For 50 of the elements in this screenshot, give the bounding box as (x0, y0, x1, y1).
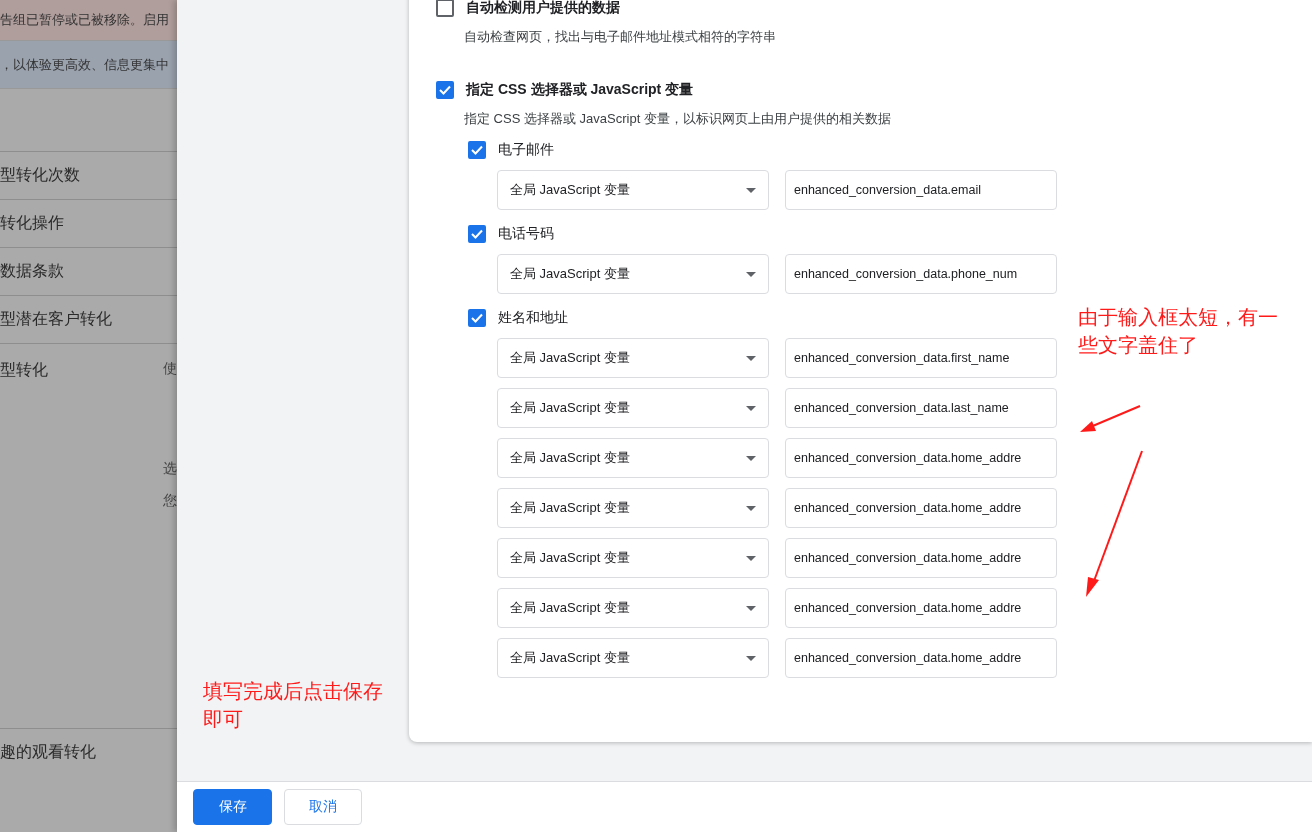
save-button[interactable]: 保存 (193, 789, 272, 825)
dropdown-caret-icon (746, 455, 756, 461)
variable-input[interactable]: enhanced_conversion_data.first_name (785, 338, 1057, 378)
annotation-text: 填写完成后点击保存即可 (203, 679, 384, 732)
option-label: 自动检测用户提供的数据 (466, 0, 620, 17)
group-label: 电子邮件 (498, 141, 554, 159)
variable-input[interactable]: enhanced_conversion_data.home_addre (785, 588, 1057, 628)
checkbox[interactable] (468, 141, 486, 159)
variable-type-select[interactable]: 全局 JavaScript 变量 (497, 488, 769, 528)
variable-input[interactable]: enhanced_conversion_data.home_addre (785, 488, 1057, 528)
variable-input[interactable]: enhanced_conversion_data.home_addre (785, 438, 1057, 478)
dropdown-caret-icon (746, 605, 756, 611)
variable-type-select[interactable]: 全局 JavaScript 变量 (497, 538, 769, 578)
variable-type-select[interactable]: 全局 JavaScript 变量 (497, 254, 769, 294)
dropdown-caret-icon (746, 655, 756, 661)
annotation-text: 由于输入框太短，有一些文字盖住了 (1078, 305, 1279, 358)
group-label: 姓名和地址 (498, 309, 568, 327)
dropdown-caret-icon (746, 505, 756, 511)
checkbox[interactable] (436, 81, 454, 99)
variable-type-select[interactable]: 全局 JavaScript 变量 (497, 588, 769, 628)
dropdown-caret-icon (746, 555, 756, 561)
annotation-arrow (1078, 404, 1142, 434)
side-text: 使 (163, 360, 177, 378)
dropdown-caret-icon (746, 355, 756, 361)
variable-input[interactable]: enhanced_conversion_data.home_addre (785, 638, 1057, 678)
variable-type-select[interactable]: 全局 JavaScript 变量 (497, 438, 769, 478)
variable-input[interactable]: enhanced_conversion_data.phone_num (785, 254, 1057, 294)
dropdown-caret-icon (746, 405, 756, 411)
variable-type-select[interactable]: 全局 JavaScript 变量 (497, 388, 769, 428)
option-description: 自动检查网页，找出与电子邮件地址模式相符的字符串 (464, 28, 777, 46)
option-label: 指定 CSS 选择器或 JavaScript 变量 (466, 81, 694, 99)
banner-text: ，以体验更高效、信息更集中 (0, 41, 177, 89)
group-label: 电话号码 (498, 225, 554, 243)
side-text: 选 (163, 460, 177, 478)
dropdown-caret-icon (746, 271, 756, 277)
variable-input[interactable]: enhanced_conversion_data.email (785, 170, 1057, 210)
option-description: 指定 CSS 选择器或 JavaScript 变量，以标识网页上由用户提供的相关数据 (464, 110, 892, 128)
variable-type-select[interactable]: 全局 JavaScript 变量 (497, 170, 769, 210)
checkbox[interactable] (468, 309, 486, 327)
variable-type-select[interactable]: 全局 JavaScript 变量 (497, 338, 769, 378)
variable-type-select[interactable]: 全局 JavaScript 变量 (497, 638, 769, 678)
section-label: 型转化 (0, 360, 49, 380)
variable-input[interactable]: enhanced_conversion_data.home_addre (785, 538, 1057, 578)
variable-input[interactable]: enhanced_conversion_data.last_name (785, 388, 1057, 428)
checkbox[interactable] (468, 225, 486, 243)
side-text: 您 (163, 492, 177, 510)
banner-text: 告组已暂停或已被移除。启用 (0, 0, 177, 41)
checkbox[interactable] (436, 0, 454, 17)
dropdown-caret-icon (746, 187, 756, 193)
cancel-button[interactable]: 取消 (284, 789, 362, 825)
